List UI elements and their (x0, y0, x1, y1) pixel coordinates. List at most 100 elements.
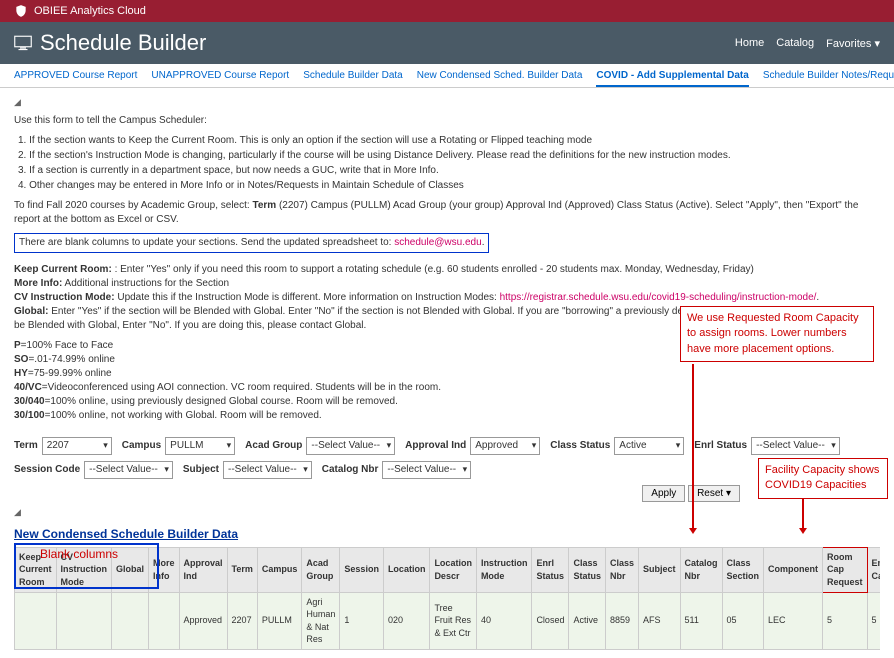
cell: AFS (638, 592, 680, 649)
col-header: Enrl Status (532, 547, 569, 592)
filter-sessioncode-label: Session Code (14, 463, 80, 477)
find-pre: To find Fall 2020 courses by Academic Gr… (14, 200, 252, 211)
def-more-label: More Info: (14, 278, 62, 289)
email-msg-pre: There are blank columns to update your s… (19, 237, 394, 248)
filter-enrlstatus-label: Enrl Status (694, 439, 747, 453)
annotation-facility-arrow (802, 494, 804, 528)
filter-enrlstatus-select[interactable]: --Select Value-- (751, 437, 840, 455)
shield-icon (14, 4, 28, 18)
col-header: Location (383, 547, 430, 592)
email-highlight-box: There are blank columns to update your s… (14, 233, 489, 253)
cell: 40 (476, 592, 532, 649)
cell: Active (569, 592, 606, 649)
cell (149, 592, 180, 649)
schedule-email-link[interactable]: schedule@wsu.edu (394, 237, 481, 248)
tab-5[interactable]: Schedule Builder Notes/Requests (763, 70, 894, 87)
cell: 8859 (605, 592, 638, 649)
col-header: Component (764, 547, 823, 592)
annotation-roomcap-arrow (692, 364, 694, 528)
cell: 020 (383, 592, 430, 649)
filter-campus-select[interactable]: PULLM (165, 437, 235, 455)
instruction-item: 3. If a section is currently in a depart… (18, 164, 880, 178)
filter-classstatus-label: Class Status (550, 439, 610, 453)
cell: Approved (179, 592, 227, 649)
col-header: Approval Ind (179, 547, 227, 592)
instruction-item: 2. If the section's Instruction Mode is … (18, 149, 880, 163)
col-header: Class Section (722, 547, 764, 592)
filter-term-select[interactable]: 2207 (42, 437, 112, 455)
tab-2[interactable]: Schedule Builder Data (303, 70, 403, 87)
col-header: Room Cap Request (823, 547, 868, 592)
collapse-icon-2[interactable]: ◢ (14, 507, 21, 517)
nav-catalog[interactable]: Catalog (776, 37, 814, 50)
col-header: Acad Group (302, 547, 340, 592)
instruction-item: 4. Other changes may be entered in More … (18, 179, 880, 193)
col-header: Catalog Nbr (680, 547, 722, 592)
filter-sessioncode-select[interactable]: --Select Value-- (84, 461, 173, 479)
col-header: Subject (638, 547, 680, 592)
def-more-text: Additional instructions for the Section (62, 278, 229, 289)
filter-approvalind-select[interactable]: Approved (470, 437, 540, 455)
content-area: ◢ Use this form to tell the Campus Sched… (0, 88, 894, 658)
cell: Closed (532, 592, 569, 649)
col-header: Class Status (569, 547, 606, 592)
def-cv-post: . (816, 292, 819, 303)
filter-catalognbr-label: Catalog Nbr (322, 463, 379, 477)
filter-catalognbr-select[interactable]: --Select Value-- (382, 461, 471, 479)
cell: PULLM (257, 592, 302, 649)
def-global-label: Global: (14, 306, 48, 317)
filter-campus-label: Campus (122, 439, 161, 453)
cell (112, 592, 149, 649)
table-row: Approved2207PULLMAgri Human & Nat Res102… (15, 592, 881, 649)
annotation-blank-label: Blank columns (40, 546, 118, 563)
filter-subject-select[interactable]: --Select Value-- (223, 461, 312, 479)
col-header: Term (227, 547, 257, 592)
apply-button[interactable]: Apply (642, 485, 685, 502)
code-item: 40/VC=Videoconferenced using AOI connect… (14, 381, 880, 395)
col-header: Location Descr (430, 547, 477, 592)
filter-acadgroup-label: Acad Group (245, 439, 302, 453)
instruction-list: 1. If the section wants to Keep the Curr… (18, 134, 880, 193)
code-item: 30/100=100% online, not working with Glo… (14, 409, 880, 423)
reset-button[interactable]: Reset ▾ (688, 485, 740, 502)
filter-acadgroup-select[interactable]: --Select Value-- (306, 437, 395, 455)
col-header: Enrl Cap (867, 547, 880, 592)
annotation-roomcap: We use Requested Room Capacity to assign… (680, 306, 874, 362)
nav-favorites[interactable]: Favorites ▾ (826, 37, 880, 50)
def-cv-text: Update this if the Instruction Mode is d… (115, 292, 500, 303)
tab-1[interactable]: UNAPPROVED Course Report (151, 70, 289, 87)
monitor-icon (14, 35, 32, 51)
def-cv-label: CV Instruction Mode: (14, 292, 115, 303)
cell: 5 (823, 592, 868, 649)
code-item: 30/040=100% online, using previously des… (14, 395, 880, 409)
filter-term-label: Term (14, 439, 38, 453)
def-kcr-label: Keep Current Room: (14, 264, 112, 275)
annotation-facility: Facility Capacity shows COVID19 Capaciti… (758, 458, 888, 499)
email-msg-post: . (482, 237, 485, 248)
find-term: Term (252, 200, 276, 211)
tab-0[interactable]: APPROVED Course Report (14, 70, 137, 87)
cell: LEC (764, 592, 823, 649)
cell: 05 (722, 592, 764, 649)
collapse-icon[interactable]: ◢ (14, 97, 21, 107)
cell: Agri Human & Nat Res (302, 592, 340, 649)
find-line: To find Fall 2020 courses by Academic Gr… (14, 199, 880, 227)
brand-bar: OBIEE Analytics Cloud (0, 0, 894, 22)
filter-approvalind-label: Approval Ind (405, 439, 466, 453)
title-bar: Schedule Builder Home Catalog Favorites … (0, 22, 894, 64)
cv-mode-link[interactable]: https://registrar.schedule.wsu.edu/covid… (500, 292, 817, 303)
def-kcr-text: : Enter "Yes" only if you need this room… (112, 264, 754, 275)
page-title: Schedule Builder (40, 30, 206, 56)
col-header: Instruction Mode (476, 547, 532, 592)
cell: 511 (680, 592, 722, 649)
tab-3[interactable]: New Condensed Sched. Builder Data (417, 70, 583, 87)
filter-row-2: Session Code --Select Value-- Subject --Se… (14, 461, 880, 479)
tab-4[interactable]: COVID - Add Supplemental Data (596, 70, 748, 87)
filter-classstatus-select[interactable]: Active (614, 437, 684, 455)
filter-subject-label: Subject (183, 463, 219, 477)
col-header: Class Nbr (605, 547, 638, 592)
cell: 5 (867, 592, 880, 649)
instruction-item: 1. If the section wants to Keep the Curr… (18, 134, 880, 148)
code-item: HY=75-99.99% online (14, 367, 880, 381)
nav-home[interactable]: Home (735, 37, 764, 50)
